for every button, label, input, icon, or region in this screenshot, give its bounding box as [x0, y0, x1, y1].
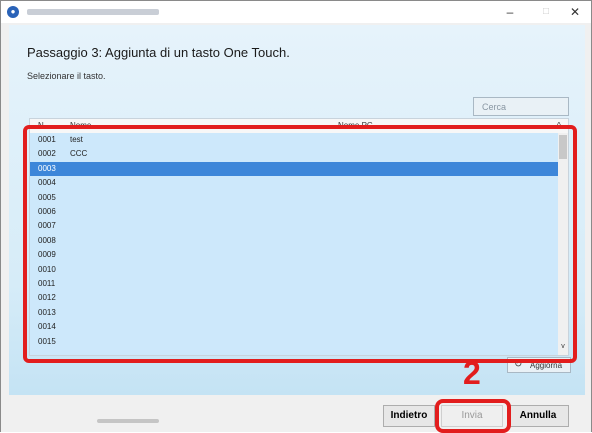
- cancel-button[interactable]: Annulla: [507, 405, 569, 427]
- table-highlight: [23, 125, 577, 363]
- page-title: Passaggio 3: Aggiunta di un tasto One To…: [27, 45, 290, 60]
- wizard-window: ● – □ ✕ Passaggio 3: Aggiunta di un tast…: [0, 0, 592, 433]
- title-bar: ● – □ ✕: [1, 1, 591, 23]
- step-callout-number: 2: [463, 355, 481, 391]
- footer-text-redacted: [97, 419, 159, 423]
- app-icon: ●: [7, 6, 19, 18]
- window-title-redacted: [27, 9, 159, 15]
- page-subtitle: Selezionare il tasto.: [27, 71, 106, 81]
- minimize-button[interactable]: –: [492, 1, 528, 23]
- back-button[interactable]: Indietro: [383, 405, 435, 427]
- search-input[interactable]: Cerca: [473, 97, 569, 116]
- close-button[interactable]: ✕: [557, 1, 592, 23]
- send-button-highlight: [435, 399, 511, 433]
